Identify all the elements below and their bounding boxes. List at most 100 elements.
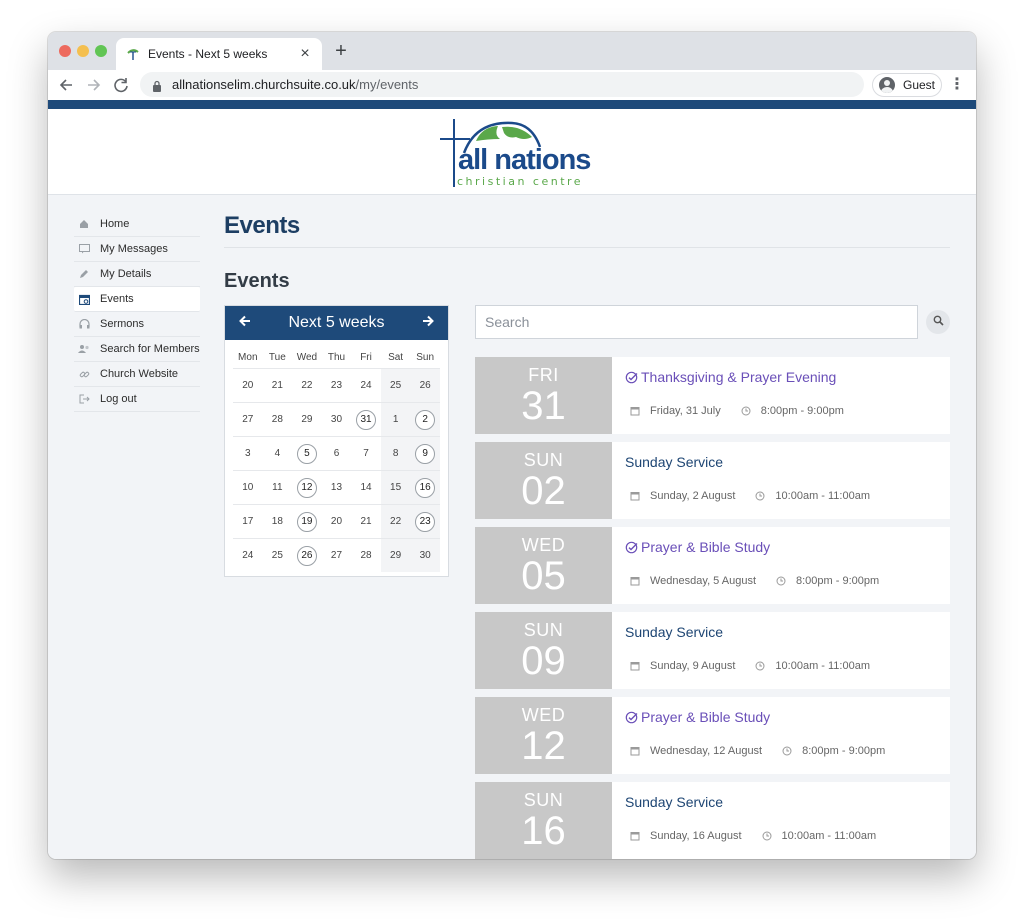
sidebar-item-search-members[interactable]: Search for Members [74,337,200,362]
calendar-day-number: 29 [301,414,313,425]
calendar-day-with-event[interactable]: 5 [292,437,322,470]
event-card[interactable]: WED 05 Prayer & Bible Study Wednesday, 5 Au… [475,527,950,604]
sidebar-item-label: My Messages [100,243,168,255]
sidebar-item-sermons[interactable]: Sermons [74,312,200,337]
calendar-day-with-event[interactable]: 16 [410,471,440,504]
calendar-day: 21 [351,505,381,538]
calendar-title: Next 5 weeks [288,314,385,331]
calendar-day-number: 15 [390,482,402,493]
event-title-link[interactable]: Prayer & Bible Study [625,709,770,725]
avatar-icon [879,77,895,93]
site-logo[interactable]: all nations christian centre [436,117,592,189]
calendar-day-with-event[interactable]: 23 [410,505,440,538]
close-tab-icon[interactable]: × [298,46,312,62]
calendar-day: 6 [322,437,352,470]
sidebar-item-label: Search for Members [100,343,200,355]
sidebar-item-home[interactable]: Home [74,212,200,237]
calendar-day-with-event[interactable]: 31 [351,403,381,436]
calendar-icon [78,293,90,305]
calendar-day-number: 18 [271,516,283,527]
event-body: Prayer & Bible Study Wednesday, 12 August… [612,697,950,774]
event-title-link[interactable]: Sunday Service [625,624,723,640]
event-date-block: WED 05 [475,527,612,604]
maximize-window-button[interactable] [95,45,107,57]
calendar-day-number: 22 [301,380,313,391]
calendar-day-number: 29 [390,550,402,561]
calendar-day-number: 21 [271,380,283,391]
calendar-day: 27 [322,539,352,572]
next-arrow-icon[interactable] [420,314,436,333]
event-date-block: SUN 02 [475,442,612,519]
calendar-day-with-event[interactable]: 12 [292,471,322,504]
calendar-small-icon [630,661,640,671]
calendar-day-number: 31 [356,409,377,430]
calendar-small-icon [630,746,640,756]
calendar-day: 10 [233,471,263,504]
prev-arrow-icon[interactable] [237,314,253,333]
calendar-day-number: 30 [330,414,343,425]
event-card[interactable]: WED 12 Prayer & Bible Study Wednesday, 12 A… [475,697,950,774]
sidebar-item-label: Church Website [100,368,179,380]
event-meta: Wednesday, 5 August 8:00pm - 9:00pm [630,575,879,587]
sidebar-item-events[interactable]: Events [74,287,200,312]
calendar-day-number: 5 [296,443,317,464]
event-card[interactable]: SUN 16 Sunday Service Sunday, 16 August 10:0… [475,782,950,859]
calendar-day: 20 [322,505,352,538]
calendar-day-number: 20 [330,516,343,527]
clock-icon [782,746,792,756]
profile-button[interactable]: Guest [872,73,942,97]
new-tab-icon[interactable]: + [330,40,352,62]
back-icon[interactable] [56,74,78,96]
event-title-link[interactable]: Sunday Service [625,454,723,470]
event-title: Thanksgiving & Prayer Evening [641,369,837,385]
site-header: all nations christian centre [48,109,976,195]
reload-icon[interactable] [110,74,132,96]
event-time: 10:00am - 11:00am [775,660,870,672]
calendar-grid: Mon Tue Wed Thu Fri Sat Sun 20 21 22 23 24 25… [233,348,440,572]
sidebar-item-church-website[interactable]: Church Website [74,362,200,387]
check-circle-icon [625,371,638,384]
calendar-day: 28 [263,403,293,436]
calendar-day-with-event[interactable]: 19 [292,505,322,538]
sidebar-item-label: Events [100,293,134,305]
forward-icon[interactable] [82,74,104,96]
calendar-day-number: 25 [271,550,283,561]
calendar-week-row: 24 25 26 27 28 29 30 [233,538,440,572]
event-card[interactable]: SUN 02 Sunday Service Sunday, 2 August 10:00… [475,442,950,519]
event-date-block: SUN 16 [475,782,612,859]
event-day-number: 16 [521,808,566,853]
event-title-link[interactable]: Prayer & Bible Study [625,539,770,555]
sidebar-item-my-details[interactable]: My Details [74,262,200,287]
calendar-day: 11 [263,471,293,504]
calendar-day-with-event[interactable]: 26 [292,539,322,572]
calendar-day-number: 2 [415,409,436,430]
browser-tab[interactable]: Events - Next 5 weeks × [116,38,322,70]
calendar-day-with-event[interactable]: 9 [410,437,440,470]
close-window-button[interactable] [59,45,71,57]
brand-strip [48,100,976,109]
calendar-day: 8 [380,437,411,470]
calendar-small-icon [630,491,640,501]
event-weekday: SUN [523,789,564,810]
calendar-day-number: 27 [242,414,254,425]
page-title: Events [224,212,300,239]
search-button[interactable] [926,310,950,334]
sidebar-item-my-messages[interactable]: My Messages [74,237,200,262]
menu-kebab-icon[interactable]: ⋮ [948,74,966,96]
event-weekday: SUN [523,619,564,640]
address-bar[interactable]: allnationselim.churchsuite.co.uk/my/even… [140,72,864,97]
sidebar-item-log-out[interactable]: Log out [74,387,200,412]
event-title-link[interactable]: Sunday Service [625,794,723,810]
calendar-day-with-event[interactable]: 2 [410,403,440,436]
event-title: Prayer & Bible Study [641,539,771,555]
search-input[interactable] [475,305,918,339]
minimize-window-button[interactable] [77,45,89,57]
event-title-link[interactable]: Thanksgiving & Prayer Evening [625,369,836,385]
event-day-number: 09 [521,638,566,683]
event-body: Sunday Service Sunday, 2 August 10:00am - … [612,442,950,519]
event-card[interactable]: FRI 31 Thanksgiving & Prayer Evening Friday… [475,357,950,434]
calendar-week-row: 20 21 22 23 24 25 26 [233,368,440,402]
event-card[interactable]: SUN 09 Sunday Service Sunday, 9 August 10:00… [475,612,950,689]
calendar-day-number: 21 [360,516,372,527]
calendar-day: 29 [292,403,322,436]
